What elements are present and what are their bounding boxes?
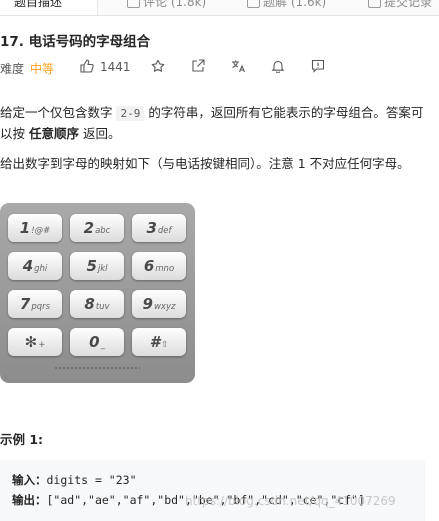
key-letters: + xyxy=(38,340,46,350)
key-digit: 4 xyxy=(22,257,34,275)
speaker-grille xyxy=(54,366,140,370)
tab-description[interactable]: 题目描述 xyxy=(0,0,98,15)
key-digit: 7 xyxy=(19,295,31,313)
difficulty-label: 难度 xyxy=(0,62,25,76)
output-label: 输出： xyxy=(12,493,47,507)
thumbs-up-icon xyxy=(80,59,94,73)
description-text: 给定一个仅包含数字 xyxy=(0,105,117,120)
keypad-key: 2abc xyxy=(70,214,124,242)
tab-bar: 题目描述 评论 (1.8k) 题解 (1.6k) 提交记录 xyxy=(0,0,439,16)
like-count: 1441 xyxy=(100,60,131,74)
keypad-key: 3def xyxy=(132,214,186,242)
inline-code: 2-9 xyxy=(116,106,145,121)
key-digit: 9 xyxy=(142,295,153,313)
keypad-key: 4ghi xyxy=(8,252,62,280)
notification-button[interactable] xyxy=(271,59,285,76)
tab-solutions[interactable]: 题解 (1.6k) xyxy=(247,0,326,15)
tab-comments-label: 评论 (1.8k) xyxy=(143,0,207,9)
example-title: 示例 1: xyxy=(0,432,44,447)
key-digit: 5 xyxy=(86,257,97,275)
keypad-key: #⇧ xyxy=(132,328,186,356)
example-code-block: 输入：digits = "23" 输出：["ad","ae","af","bd"… xyxy=(0,460,425,521)
key-letters: ghi xyxy=(34,264,48,274)
tab-solutions-label: 题解 (1.6k) xyxy=(263,0,327,9)
key-letters: abc xyxy=(95,226,111,236)
key-letters: tuv xyxy=(95,302,110,312)
like-button[interactable] xyxy=(80,59,94,76)
input-value: digits = "23" xyxy=(46,473,137,487)
key-digit: 0 xyxy=(89,333,100,351)
favorite-button[interactable] xyxy=(151,59,165,76)
key-letters: ⇧ xyxy=(161,340,169,350)
key-digit: # xyxy=(149,333,161,351)
key-letters: !@# xyxy=(31,226,51,236)
keypad-key: 5jkl xyxy=(70,252,124,280)
bell-icon xyxy=(271,60,285,74)
feedback-icon xyxy=(311,59,325,73)
keypad-key: 7pqrs xyxy=(8,290,62,318)
key-letters: wxyz xyxy=(153,302,176,312)
description-paragraph-2: 给出数字到字母的映射如下（与电话按键相同）。注意 1 不对应任何字母。 xyxy=(0,156,410,171)
phone-keypad-image: 1!@# 2abc 3def 4ghi 5jkl 6mno 7pqrs 8tuv… xyxy=(0,203,195,383)
description-paragraph-1: 给定一个仅包含数字 2-9 的字符串，返回所有它能表示的字母组合。答案可以按 任… xyxy=(0,103,430,144)
feedback-button[interactable] xyxy=(311,59,325,76)
difficulty-badge: 中等 xyxy=(30,62,55,76)
key-digit: 8 xyxy=(84,295,95,313)
translate-icon xyxy=(232,60,246,73)
keypad-key: 1!@# xyxy=(8,214,62,242)
bold-text: 任意顺序 xyxy=(28,126,79,141)
submission-icon xyxy=(368,0,381,8)
share-button[interactable] xyxy=(191,59,205,76)
key-digit: 2 xyxy=(83,219,95,237)
key-digit: 6 xyxy=(143,257,155,275)
keypad-key: 0_ xyxy=(70,328,124,356)
watermark: https://blog.csdn.net/qq_41007269 xyxy=(185,494,396,508)
problem-title: 17. 电话号码的字母组合 xyxy=(0,34,151,50)
key-digit: 3 xyxy=(146,219,157,237)
share-icon xyxy=(192,59,205,72)
key-letters: jkl xyxy=(97,264,108,274)
key-letters: def xyxy=(157,226,172,236)
keypad-key: 9wxyz xyxy=(132,290,186,318)
comment-icon xyxy=(127,0,140,8)
translate-button[interactable] xyxy=(231,59,246,76)
key-digit: 1 xyxy=(19,219,31,237)
tab-submissions[interactable]: 提交记录 xyxy=(368,0,432,15)
keypad-key: 6mno xyxy=(132,252,186,280)
key-letters: pqrs xyxy=(31,302,51,312)
keypad-key: 8tuv xyxy=(70,290,124,318)
solution-icon xyxy=(247,0,260,8)
keypad-key: ✻+ xyxy=(8,328,62,356)
key-letters: mno xyxy=(155,264,175,274)
key-letters: _ xyxy=(100,340,105,350)
key-digit: ✻ xyxy=(24,333,38,351)
tab-comments[interactable]: 评论 (1.8k) xyxy=(127,0,206,15)
example-input-line: 输入：digits = "23" xyxy=(12,472,137,488)
description-text: 返回。 xyxy=(79,126,121,141)
star-icon xyxy=(151,59,165,72)
input-label: 输入： xyxy=(12,473,47,487)
tab-submissions-label: 提交记录 xyxy=(384,0,433,9)
tab-description-label: 题目描述 xyxy=(14,0,63,9)
